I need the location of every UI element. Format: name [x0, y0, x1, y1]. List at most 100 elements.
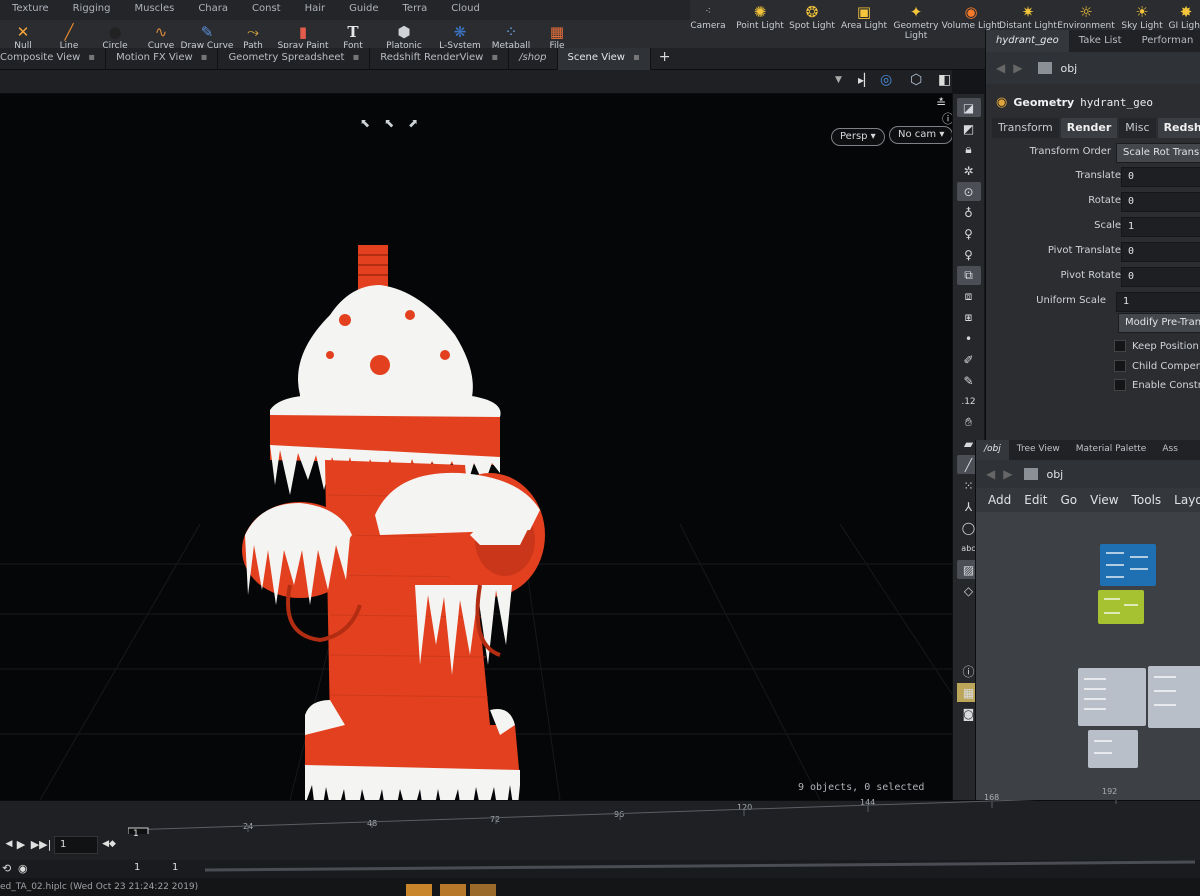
bounce-icon[interactable]: ⟲ — [2, 862, 11, 875]
scene-viewport[interactable]: ▼ ▸▏ ◎ ⬡ ◧ □ ⬉ ⬉ ⬈ — [0, 70, 952, 800]
shelf-tab[interactable]: Rigging — [61, 0, 123, 20]
pen-icon[interactable]: ✎ — [957, 371, 981, 390]
pivot-translate-field[interactable]: 0 — [1121, 242, 1200, 262]
tool-spot-light[interactable]: ❂ Spot Light — [786, 0, 838, 44]
pin-icon[interactable]: ▸▏ — [858, 73, 873, 87]
network-node[interactable] — [1088, 730, 1138, 768]
folder-icon[interactable] — [440, 884, 466, 896]
menu-add[interactable]: Add — [988, 493, 1011, 507]
headlight-icon[interactable]: ♀ — [957, 224, 981, 243]
tab-shop[interactable]: /shop — [509, 48, 558, 70]
add-tab-button[interactable]: + — [651, 48, 679, 69]
shelf-tab[interactable]: Texture — [0, 0, 61, 20]
menu-edit[interactable]: Edit — [1024, 493, 1047, 507]
uniform-scale-field[interactable]: 1 — [1116, 292, 1200, 312]
menu-layout[interactable]: Layout — [1174, 493, 1200, 507]
frame-field[interactable]: 1 — [54, 836, 98, 854]
modify-pre-transform-button[interactable]: Modify Pre-Transform — [1118, 313, 1200, 333]
tab-obj[interactable]: /obj — [976, 440, 1009, 460]
shelf-tab[interactable]: Hair — [293, 0, 338, 20]
path-label[interactable]: obj — [1060, 62, 1077, 75]
network-canvas[interactable] — [976, 512, 1200, 805]
tab-motion-fx-view[interactable]: Motion FX View ▪ — [106, 48, 219, 70]
pivot-rotate-field[interactable]: 0 — [1121, 267, 1200, 287]
rotate-field[interactable]: 0 — [1121, 192, 1200, 212]
scene-filter-icon[interactable]: ◩ — [957, 119, 981, 138]
play-icon[interactable]: ▶ — [12, 836, 30, 852]
forward-arrow-icon[interactable]: ▶ — [1003, 467, 1012, 481]
key-prev-icon[interactable]: ◀◆ — [100, 836, 118, 852]
tab-material-palette[interactable]: Material Palette — [1068, 440, 1155, 460]
snap-icon[interactable]: ⬈ — [408, 116, 418, 130]
persp-menu[interactable]: Persp ▾ — [831, 128, 885, 146]
close-tab-icon[interactable]: ▪ — [352, 52, 359, 63]
brush-icon[interactable]: ✐ — [957, 350, 981, 369]
back-arrow-icon[interactable]: ◀ — [996, 61, 1005, 75]
close-tab-icon[interactable]: ▪ — [88, 52, 95, 63]
ghost-icon[interactable]: ⧉ — [956, 266, 981, 285]
help-icon[interactable]: ⓘ — [942, 112, 952, 126]
close-tab-icon[interactable]: ▪ — [201, 52, 208, 63]
checkbox-box[interactable] — [1114, 379, 1126, 391]
enable-constraints-checkbox[interactable]: Enable Constraints — [1114, 377, 1200, 393]
tab-asset[interactable]: Ass — [1154, 440, 1186, 460]
display-toggle-icon[interactable]: ◪ — [956, 98, 981, 117]
tab-geometry-spreadsheet[interactable]: Geometry Spreadsheet ▪ — [218, 48, 371, 70]
tab-hydrant-geo[interactable]: hydrant_geo — [986, 30, 1069, 52]
range-slider[interactable] — [205, 860, 1195, 874]
dot-icon[interactable]: • — [957, 329, 981, 348]
tab-render[interactable]: Render — [1060, 118, 1118, 138]
close-tab-icon[interactable]: ▪ — [491, 52, 498, 63]
light-bulb-icon[interactable]: ♁ — [957, 203, 981, 222]
menu-go[interactable]: Go — [1060, 493, 1077, 507]
tab-tree-view[interactable]: Tree View — [1009, 440, 1068, 460]
shading-icon[interactable]: ◧ — [938, 72, 951, 88]
jump-end-icon[interactable]: ▶▶| — [31, 836, 52, 852]
snap-toggle-icon[interactable]: ✲ — [957, 161, 981, 180]
select-arrow-icon[interactable]: ⬉ — [360, 116, 370, 130]
forward-arrow-icon[interactable]: ▶ — [1013, 61, 1022, 75]
numbers-icon[interactable]: .12 — [957, 392, 981, 411]
camera-menu[interactable]: No cam ▾ — [889, 126, 952, 144]
network-path-label[interactable]: obj — [1046, 468, 1063, 481]
hydrant-model[interactable] — [220, 245, 560, 800]
tool-area-light[interactable]: ▣ Area Light — [838, 0, 890, 44]
magnet-icon[interactable]: ⊙ — [956, 182, 981, 201]
child-compensation-checkbox[interactable]: Child Compensation — [1114, 358, 1200, 374]
menu-tools[interactable]: Tools — [1132, 493, 1162, 507]
shelf-tab[interactable]: Muscles — [123, 0, 187, 20]
folder-icon[interactable] — [470, 884, 496, 896]
tab-scene-view[interactable]: Scene View ▪ — [557, 48, 651, 70]
scale-field[interactable]: 1 — [1121, 217, 1200, 237]
dropdown-arrow-icon[interactable]: ▼ — [835, 75, 842, 85]
translate-field[interactable]: 0 — [1121, 167, 1200, 187]
network-node[interactable] — [1098, 590, 1144, 624]
move-arrow-icon[interactable]: ⬉ — [384, 116, 394, 130]
hand-icon[interactable]: ✋︎ — [957, 413, 981, 432]
template-icon[interactable]: ⧆ — [957, 308, 981, 327]
tab-performance[interactable]: Performan — [1132, 30, 1200, 52]
display-options-icon[interactable]: ⬡ — [910, 72, 922, 88]
tool-point-light[interactable]: ✺ Point Light — [734, 0, 786, 44]
node-name[interactable]: hydrant_geo — [1080, 96, 1153, 109]
tab-transform[interactable]: Transform — [992, 118, 1059, 138]
network-node[interactable] — [1078, 668, 1146, 726]
point-icon[interactable]: ♀ — [957, 245, 981, 264]
current-frame-marker[interactable]: 1 — [133, 829, 139, 839]
checkbox-box[interactable] — [1114, 360, 1126, 372]
close-tab-icon[interactable]: ▪ — [633, 52, 640, 63]
lock-icon[interactable]: 🔒︎ — [957, 140, 981, 159]
wire-icon[interactable]: ⧈ — [957, 287, 981, 306]
tab-take-list[interactable]: Take List — [1069, 30, 1132, 52]
tab-misc[interactable]: Misc — [1119, 118, 1156, 138]
shelf-tab[interactable]: Terra — [391, 0, 440, 20]
tool-camera[interactable]: ⁖ Camera — [682, 0, 734, 44]
tab-composite-view[interactable]: Composite View ▪ — [0, 48, 107, 70]
link-icon[interactable]: ◎ — [880, 72, 892, 88]
range-end[interactable]: 1 — [172, 862, 178, 873]
view-options-icon[interactable]: ≛ — [936, 96, 946, 110]
network-node[interactable] — [1148, 666, 1200, 728]
tab-redshift-renderview[interactable]: Redshift RenderView ▪ — [370, 48, 510, 70]
network-node[interactable] — [1100, 544, 1156, 586]
keep-position-checkbox[interactable]: Keep Position When Parenting — [1114, 338, 1200, 354]
